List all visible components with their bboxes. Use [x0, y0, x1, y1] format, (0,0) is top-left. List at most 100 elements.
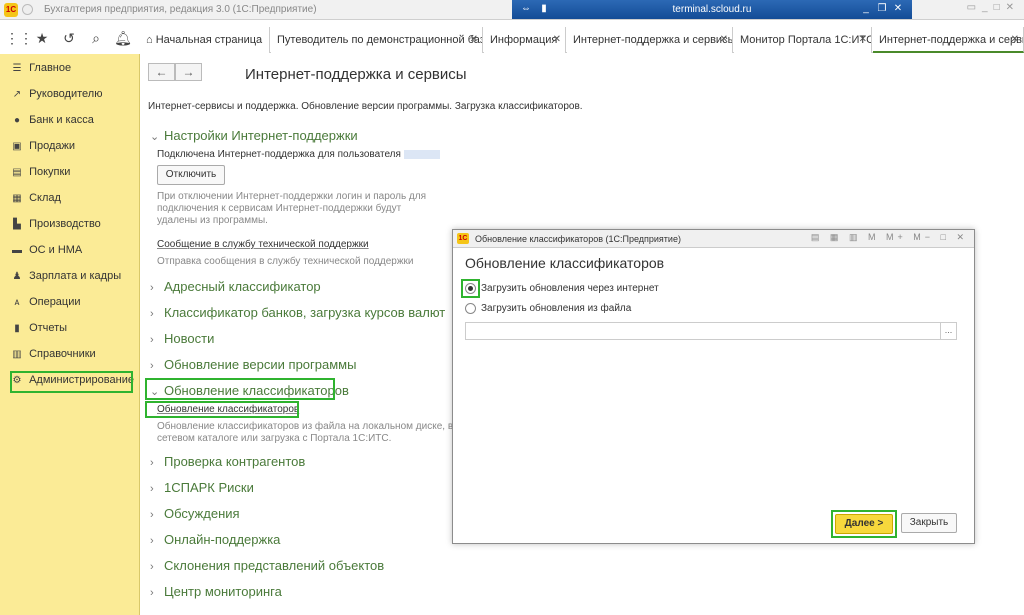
- group-counterparty[interactable]: › Проверка контрагентов: [150, 453, 305, 471]
- disconnect-button[interactable]: Отключить: [157, 165, 225, 185]
- close-icon[interactable]: ✕: [892, 3, 904, 14]
- window-controls[interactable]: ▭_□✕: [967, 2, 1020, 13]
- minimize-icon[interactable]: _: [860, 3, 872, 14]
- chevron-right-icon: ›: [150, 561, 154, 573]
- support-message-link[interactable]: Сообщение в службу технической поддержки: [157, 239, 369, 250]
- sidebar-item-references[interactable]: ▥ Справочники: [8, 344, 96, 364]
- classifiers-dialog: 1С Обновление классификаторов (1С:Предпр…: [452, 229, 975, 544]
- radio-file[interactable]: [465, 303, 476, 314]
- file-path-input[interactable]: ...: [465, 322, 957, 340]
- sidebar-item-label: Главное: [29, 62, 72, 74]
- sidebar-item-label: Продажи: [29, 140, 76, 152]
- highlight-frame: [10, 371, 133, 393]
- sidebar-item-sales[interactable]: ▣ Продажи: [8, 136, 75, 156]
- sidebar-item-assets[interactable]: ▬ ОС и НМА: [8, 240, 82, 260]
- settings-note-line: удалены из программы.: [157, 215, 268, 226]
- group-label: Настройки Интернет-поддержки: [164, 128, 358, 143]
- star-icon[interactable]: ★: [32, 30, 52, 47]
- calendar-icon[interactable]: ▥: [849, 232, 862, 242]
- back-button[interactable]: ←: [148, 63, 175, 81]
- tab-label: Интернет-поддержка и сервисы: [573, 34, 733, 46]
- maximize-icon[interactable]: □: [941, 232, 950, 242]
- cart-icon: ▣: [12, 141, 22, 152]
- sidebar-item-operations[interactable]: ᴀ Операции: [8, 292, 81, 312]
- close-icon[interactable]: ✕: [956, 232, 968, 242]
- close-icon[interactable]: ✕: [720, 27, 728, 53]
- tab-its-monitor[interactable]: Монитор Портала 1С:ИТС ✕: [734, 27, 872, 53]
- chevron-down-icon: ⌄: [150, 131, 160, 143]
- main-menu-icon[interactable]: [22, 4, 33, 15]
- apps-grid-icon[interactable]: ⋮⋮: [5, 30, 33, 47]
- window-title: Бухгалтерия предприятия, редакция 3.0 (1…: [44, 4, 317, 15]
- tab-label: Начальная страница: [155, 34, 263, 46]
- sidebar-item-payroll[interactable]: ♟ Зарплата и кадры: [8, 266, 122, 286]
- tab-label: Информация: [490, 34, 558, 46]
- chevron-right-icon: ›: [150, 334, 154, 346]
- group-declension[interactable]: › Склонения представлений объектов: [150, 557, 384, 575]
- group-internet-settings[interactable]: ⌄ Настройки Интернет-поддержки: [150, 127, 358, 145]
- chevron-right-icon: ›: [150, 360, 154, 372]
- sidebar-item-label: Справочники: [29, 348, 96, 360]
- close-icon[interactable]: ✕: [1011, 27, 1019, 51]
- group-spark[interactable]: › 1СПАРК Риски: [150, 479, 254, 497]
- close-icon[interactable]: ✕: [553, 27, 561, 53]
- memory-icon[interactable]: M M+ M−: [868, 232, 934, 242]
- highlight-frame: [145, 378, 335, 400]
- tab-label: Интернет-поддержка и сервисы: [879, 34, 1023, 46]
- tab-bar: ⌂ Начальная страница Путеводитель по дем…: [140, 27, 1024, 53]
- connected-status: Подключена Интернет-поддержка для пользо…: [157, 149, 440, 160]
- tab-internet-support[interactable]: Интернет-поддержка и сервисы ✕: [567, 27, 733, 53]
- factory-icon: ▙: [13, 219, 21, 230]
- calculator-icon[interactable]: ▦: [830, 232, 843, 242]
- close-icon[interactable]: ✕: [470, 27, 478, 53]
- classifiers-note-line: сетевом каталоге или загрузка с Портала …: [157, 433, 392, 444]
- menu-icon: ☰: [12, 63, 22, 74]
- book-icon: ▥: [12, 349, 22, 360]
- sidebar-item-manager[interactable]: ↗ Руководителю: [8, 84, 103, 104]
- trend-icon: ↗: [12, 89, 22, 100]
- group-news[interactable]: › Новости: [150, 330, 214, 348]
- operations-icon: ᴀ: [14, 297, 20, 308]
- sidebar-item-label: ОС и НМА: [29, 244, 83, 256]
- search-icon[interactable]: ⌕: [86, 30, 106, 47]
- sidebar-item-reports[interactable]: ▮ Отчеты: [8, 318, 67, 338]
- sidebar-item-main[interactable]: ☰ Главное: [8, 58, 72, 78]
- group-discussions[interactable]: › Обсуждения: [150, 505, 240, 523]
- settings-note-line: подключения к сервисам Интернет-поддержк…: [157, 203, 402, 214]
- sidebar-item-production[interactable]: ▙ Производство: [8, 214, 101, 234]
- sidebar-item-purchases[interactable]: ▤ Покупки: [8, 162, 70, 182]
- group-version[interactable]: › Обновление версии программы: [150, 356, 356, 374]
- sidebar-item-warehouse[interactable]: ▦ Склад: [8, 188, 61, 208]
- highlight-frame: [461, 279, 480, 298]
- group-online[interactable]: › Онлайн-поддержка: [150, 531, 280, 549]
- sidebar-item-label: Производство: [29, 218, 101, 230]
- chevron-right-icon: ›: [150, 535, 154, 547]
- settings-note-line: При отключении Интернет-поддержки логин …: [157, 191, 427, 202]
- bell-icon[interactable]: 🔔︎: [113, 30, 133, 47]
- history-icon[interactable]: ↺: [59, 30, 79, 47]
- tab-info[interactable]: Информация ✕: [484, 27, 566, 53]
- radio-file-label[interactable]: Загрузить обновления из файла: [481, 303, 631, 314]
- close-button[interactable]: Закрыть: [901, 513, 957, 533]
- tab-home[interactable]: ⌂ Начальная страница: [140, 27, 270, 53]
- tab-guide[interactable]: Путеводитель по демонстрационной базе ✕: [271, 27, 483, 53]
- group-monitoring[interactable]: › Центр мониторинга: [150, 583, 282, 601]
- browse-button[interactable]: ...: [940, 323, 956, 339]
- dialog-tools[interactable]: ▤ ▦ ▥ M M+ M− □ ✕: [811, 232, 968, 243]
- group-label: Новости: [164, 331, 215, 346]
- dialog-heading: Обновление классификаторов: [465, 255, 665, 271]
- forward-button[interactable]: →: [175, 63, 202, 81]
- group-label: Онлайн-поддержка: [164, 532, 281, 547]
- sidebar-item-label: Отчеты: [29, 322, 68, 334]
- person-icon: ♟: [12, 271, 22, 282]
- print-icon[interactable]: ▤: [811, 232, 824, 242]
- radio-internet-label[interactable]: Загрузить обновления через интернет: [481, 283, 659, 294]
- tab-internet-support-active[interactable]: Интернет-поддержка и сервисы✕: [873, 27, 1024, 53]
- sidebar: ☰ Главное ↗ Руководителю ● Банк и касса …: [0, 54, 140, 615]
- close-icon[interactable]: ✕: [859, 27, 867, 53]
- restore-icon[interactable]: ❐: [876, 3, 888, 14]
- group-banks[interactable]: › Классификатор банков, загрузка курсов в…: [150, 304, 445, 322]
- dialog-title-bar: 1С Обновление классификаторов (1С:Предпр…: [453, 230, 974, 248]
- group-address[interactable]: › Адресный классификатор: [150, 278, 321, 296]
- sidebar-item-bank[interactable]: ● Банк и касса: [8, 110, 94, 130]
